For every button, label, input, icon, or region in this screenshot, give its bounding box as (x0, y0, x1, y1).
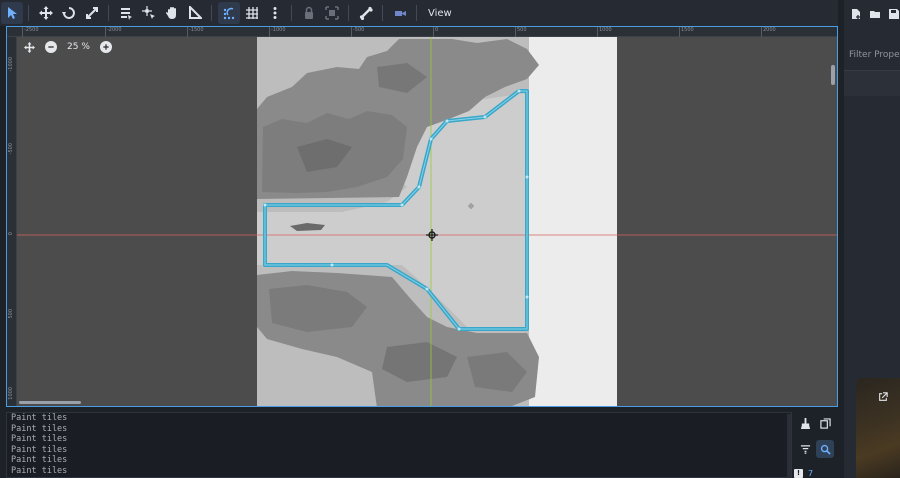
snap-icon (223, 7, 235, 20)
ruler-tick: 0 (8, 232, 14, 236)
lock-icon (305, 6, 313, 19)
skeleton-button[interactable] (355, 2, 377, 24)
horizontal-scrollbar[interactable] (19, 401, 81, 404)
group-icon (325, 6, 339, 20)
search-output-button[interactable] (816, 440, 834, 458)
scene-canvas[interactable] (7, 27, 838, 407)
new-resource-icon[interactable] (850, 8, 862, 20)
plus-icon (103, 44, 109, 50)
output-log[interactable]: Paint tiles Paint tiles Paint tiles Pain… (6, 412, 792, 478)
list-select-icon (121, 8, 132, 20)
ruler-tick: 1500 (679, 27, 694, 37)
view-menu[interactable]: View (422, 3, 458, 23)
ruler-tick: 2000 (761, 27, 776, 37)
move-tool-button[interactable] (35, 2, 57, 24)
list-select-tool-button[interactable] (115, 2, 137, 24)
inspector-toolbar (844, 0, 900, 28)
ruler-tick: 500 (8, 309, 14, 319)
ruler-tick: -1500 (187, 27, 204, 37)
grid-icon (246, 7, 258, 19)
pivot-tool-button[interactable] (138, 2, 160, 24)
log-line: Paint tiles (11, 413, 68, 423)
grid-snap-toggle[interactable] (241, 2, 263, 24)
ruler-tick: -500 (8, 143, 14, 155)
output-tools: ! 7 (794, 412, 838, 478)
zoom-controls: 25 % (23, 41, 112, 53)
ruler-tick: 500 (515, 27, 527, 37)
error-filter[interactable]: ! 7 (794, 468, 838, 478)
log-line: Paint tiles (11, 444, 68, 455)
rotate-tool-button[interactable] (58, 2, 80, 24)
ruler-tick: 1000 (597, 27, 612, 37)
bone-icon (359, 6, 373, 20)
broom-icon (800, 417, 810, 429)
camera-button[interactable] (389, 2, 411, 24)
filter-properties-input[interactable]: Filter Properties (849, 50, 900, 60)
toolbar-separator (382, 5, 383, 21)
error-count: 7 (808, 468, 814, 478)
pan-tool-button[interactable] (161, 2, 183, 24)
ruler-tool-button[interactable] (184, 2, 206, 24)
inspector-property-row (844, 70, 900, 96)
2d-viewport[interactable]: -2500 -2000 -1500 -1000 -500 0 500 1000 … (6, 26, 838, 407)
editor-window: View -2500 -2000 -1500 -1000 -500 0 500 … (0, 0, 900, 478)
center-view-button[interactable] (23, 41, 35, 53)
ruler-icon (189, 6, 202, 19)
log-line: Paint tiles (11, 423, 68, 434)
save-icon[interactable] (888, 8, 900, 20)
zoom-out-button[interactable] (45, 41, 57, 53)
toolbar-separator (28, 5, 29, 21)
log-line: Paint tiles (11, 465, 68, 476)
ruler-tick: -1000 (8, 57, 14, 72)
select-tool-button[interactable] (1, 2, 23, 24)
log-line: Paint tiles (11, 455, 68, 466)
kebab-menu-icon (273, 7, 277, 19)
ruler-vertical: -1000 -500 0 500 1000 (7, 37, 17, 406)
toolbar-separator (211, 5, 212, 21)
pivot-icon (142, 6, 155, 19)
collapse-output-button[interactable] (796, 440, 814, 458)
rotate-icon (62, 7, 75, 19)
smart-snap-toggle[interactable] (218, 2, 240, 24)
toolbar-separator (348, 5, 349, 21)
ruler-tick: 1000 (8, 387, 14, 400)
copy-output-button[interactable] (816, 414, 834, 432)
output-scrollbar[interactable] (787, 414, 791, 478)
ruler-tick: -2000 (105, 27, 122, 37)
lock-button[interactable] (298, 2, 320, 24)
error-icon: ! (794, 468, 803, 478)
hand-icon (166, 7, 176, 19)
cursor-arrow-icon (8, 7, 17, 19)
group-button[interactable] (321, 2, 343, 24)
move-arrows-icon (23, 41, 35, 53)
log-line: Paint tiles (11, 434, 68, 445)
toolbar-separator (291, 5, 292, 21)
canvas-toolbar: View (0, 0, 838, 26)
ruler-tick: -1000 (269, 27, 286, 37)
scale-icon (86, 7, 98, 19)
toolbar-separator (108, 5, 109, 21)
vertical-scrollbar[interactable] (831, 65, 835, 85)
ruler-horizontal: -2500 -2000 -1500 -1000 -500 0 500 1000 … (7, 27, 837, 37)
search-icon (820, 444, 831, 455)
scale-tool-button[interactable] (81, 2, 103, 24)
ruler-tick: -500 (350, 27, 365, 37)
zoom-in-button[interactable] (99, 41, 112, 53)
preview-thumbnail[interactable] (856, 378, 900, 478)
clear-output-button[interactable] (796, 414, 814, 432)
ruler-tick: -2500 (22, 27, 39, 37)
toolbar-separator (416, 5, 417, 21)
camera-icon (395, 11, 406, 16)
ruler-tick: 0 (432, 27, 439, 37)
filter-lines-icon (800, 444, 810, 454)
external-link-icon (879, 392, 888, 401)
snap-options-button[interactable] (264, 2, 286, 24)
open-folder-icon[interactable] (869, 8, 881, 20)
copy-icon (819, 417, 831, 429)
move-arrows-icon (39, 6, 53, 20)
zoom-level-label[interactable]: 25 % (67, 42, 90, 52)
minus-icon (48, 46, 54, 48)
